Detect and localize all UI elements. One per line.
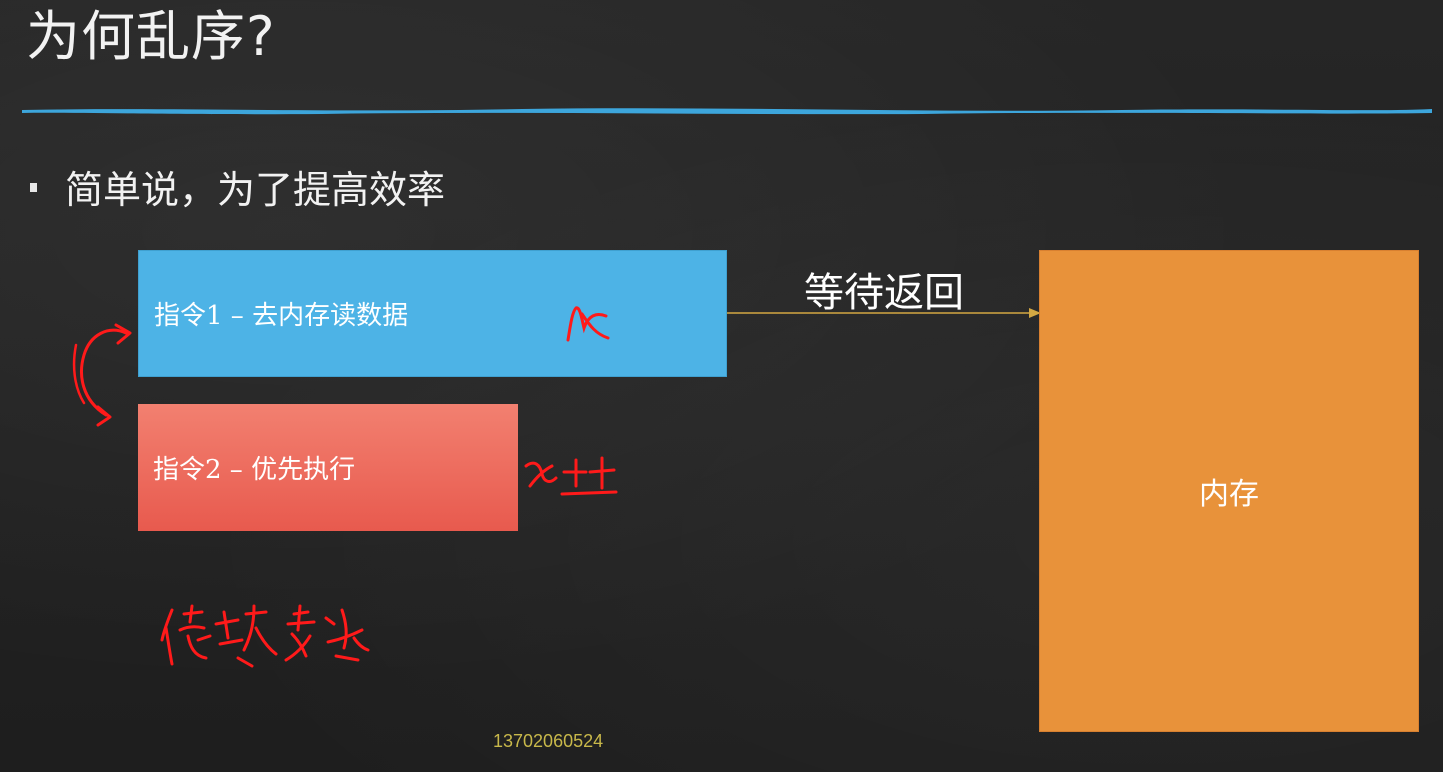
slide-title: 为何乱序? [26,5,276,68]
bullet-text: 简单说，为了提高效率 [65,168,446,212]
swap-arrow-icon [72,323,132,427]
footer-phone-number: 13702060524 [493,731,604,751]
memory-box: 内存 [1039,250,1419,732]
instruction-1-label: 指令1 – 去内存读数据 [154,301,409,331]
instruction-2-box: 指令2 – 优先执行 [138,404,518,531]
handwritten-note-icon [160,604,370,668]
bullet-marker [30,183,37,192]
arrow-label: 等待返回 [804,270,964,316]
x-mark-icon [566,306,610,342]
instruction-2-label: 指令2 – 优先执行 [153,455,356,485]
instruction-1-box: 指令1 – 去内存读数据 [138,250,727,377]
title-underline [22,108,1432,115]
x-plus-plus-icon [524,456,618,496]
memory-label: 内存 [1199,477,1259,512]
